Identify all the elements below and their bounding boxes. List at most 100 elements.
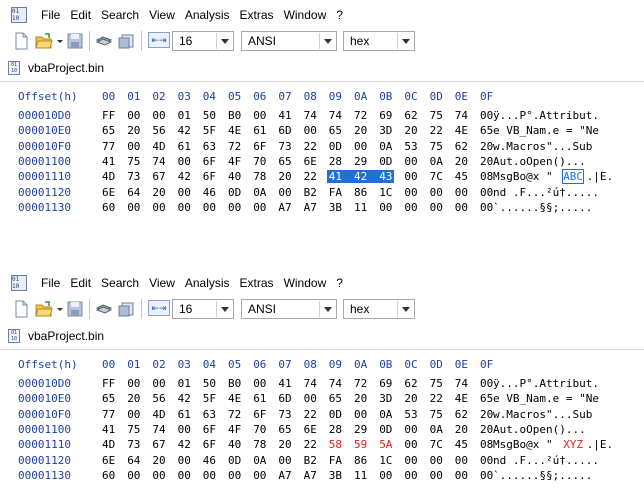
menu-edit[interactable]: Edit — [65, 273, 96, 293]
hex-byte[interactable]: 00 — [379, 469, 392, 482]
hex-byte[interactable]: 20 — [480, 155, 493, 168]
new-file-icon[interactable] — [12, 300, 30, 318]
hex-byte[interactable]: 22 — [304, 170, 317, 183]
hex-byte[interactable]: 3D — [379, 124, 392, 137]
hex-byte[interactable]: 75 — [127, 423, 140, 436]
hex-view[interactable]: Offset(h) 00 01 02 03 04 05 06 07 08 09 0A 0B 0C 0D 0E 0… — [0, 350, 644, 486]
hex-byte[interactable]: 74 — [152, 423, 165, 436]
hex-byte[interactable]: 0D — [379, 155, 392, 168]
hex-byte[interactable]: 00 — [178, 469, 191, 482]
highlighted-byte[interactable]: 41 — [326, 170, 354, 184]
hex-byte[interactable]: 70 — [253, 423, 266, 436]
hex-byte[interactable]: B2 — [304, 454, 317, 467]
hex-byte[interactable]: 69 — [379, 377, 392, 390]
open-dropdown-icon[interactable] — [55, 32, 65, 50]
hex-byte[interactable]: 78 — [253, 170, 266, 183]
hex-byte[interactable]: 41 — [102, 155, 115, 168]
hex-byte[interactable]: 20 — [404, 124, 417, 137]
hex-byte[interactable]: 0D — [329, 140, 342, 153]
hex-byte[interactable]: 20 — [455, 423, 468, 436]
hex-byte[interactable]: 73 — [278, 408, 291, 421]
ascii-text[interactable]: MsgBo@x " — [493, 438, 553, 451]
menu-edit[interactable]: Edit — [65, 5, 96, 25]
hex-byte[interactable]: 22 — [430, 124, 443, 137]
hex-byte[interactable]: 5F — [203, 124, 216, 137]
hex-byte[interactable]: 62 — [455, 140, 468, 153]
hex-byte[interactable]: 60 — [102, 201, 115, 214]
hex-byte[interactable]: 56 — [152, 392, 165, 405]
hex-byte[interactable]: 08 — [480, 170, 493, 183]
hex-byte[interactable]: 4F — [228, 423, 241, 436]
hex-byte[interactable]: 72 — [228, 140, 241, 153]
hex-byte[interactable]: 11 — [354, 201, 367, 214]
hex-byte[interactable]: 28 — [329, 423, 342, 436]
hex-byte[interactable]: 00 — [354, 140, 367, 153]
hex-byte[interactable]: 0A — [430, 423, 443, 436]
hex-byte[interactable]: 65 — [102, 124, 115, 137]
ascii-text[interactable]: ÿ...P°.Attribut. — [493, 109, 599, 122]
hex-byte[interactable]: 60 — [102, 469, 115, 482]
hex-byte[interactable]: 53 — [404, 140, 417, 153]
hex-byte[interactable]: 62 — [455, 408, 468, 421]
hex-byte[interactable]: 20 — [480, 408, 493, 421]
hex-byte[interactable]: 6F — [253, 140, 266, 153]
hex-byte[interactable]: 74 — [152, 155, 165, 168]
hex-byte[interactable]: 4F — [228, 155, 241, 168]
hex-byte[interactable]: 6F — [203, 438, 216, 451]
hex-byte[interactable]: 20 — [127, 392, 140, 405]
copy-icon[interactable] — [117, 32, 135, 50]
save-icon[interactable] — [66, 32, 84, 50]
menu-analysis[interactable]: Analysis — [180, 5, 235, 25]
hex-byte[interactable]: 00 — [480, 201, 493, 214]
hex-byte[interactable]: B2 — [304, 186, 317, 199]
display-mode-select[interactable]: hex — [343, 31, 415, 51]
hex-byte[interactable]: 6E — [102, 454, 115, 467]
hex-byte[interactable]: 00 — [404, 438, 417, 451]
hex-byte[interactable]: 00 — [404, 170, 417, 183]
hex-byte[interactable]: 0A — [379, 408, 392, 421]
hex-byte[interactable]: 75 — [430, 408, 443, 421]
hex-byte[interactable]: 61 — [253, 124, 266, 137]
hex-byte[interactable]: 46 — [203, 454, 216, 467]
menu-window[interactable]: Window — [279, 5, 332, 25]
hex-byte[interactable]: 6D — [278, 124, 291, 137]
hex-byte[interactable]: 78 — [253, 438, 266, 451]
hex-byte[interactable]: 42 — [178, 438, 191, 451]
hex-byte[interactable]: 22 — [304, 408, 317, 421]
hex-byte[interactable]: 00 — [455, 454, 468, 467]
hex-byte[interactable]: 4D — [102, 170, 115, 183]
hex-byte[interactable]: 41 — [278, 109, 291, 122]
hex-byte[interactable]: 00 — [430, 469, 443, 482]
hex-byte[interactable]: 00 — [178, 454, 191, 467]
hex-byte[interactable]: 6F — [203, 423, 216, 436]
hex-byte[interactable]: 4D — [152, 140, 165, 153]
hex-byte[interactable]: 0D — [329, 408, 342, 421]
hex-byte[interactable]: 74 — [455, 377, 468, 390]
hex-byte[interactable]: 6E — [304, 155, 317, 168]
hex-byte[interactable]: 74 — [455, 109, 468, 122]
ascii-text[interactable]: Aut.oOpen()... — [493, 155, 599, 168]
hex-byte[interactable]: 00 — [404, 186, 417, 199]
hex-byte[interactable]: 86 — [354, 454, 367, 467]
hex-byte[interactable]: 00 — [404, 201, 417, 214]
hex-byte[interactable]: 0A — [253, 454, 266, 467]
open-folder-icon[interactable] — [35, 32, 53, 50]
hex-byte[interactable]: 20 — [278, 438, 291, 451]
hex-byte[interactable]: 0D — [228, 454, 241, 467]
highlighted-ascii[interactable]: ABC — [562, 169, 585, 185]
hex-byte[interactable]: 20 — [480, 423, 493, 436]
hex-byte[interactable]: 20 — [127, 124, 140, 137]
hex-byte[interactable]: 0A — [430, 155, 443, 168]
hex-byte[interactable]: 29 — [354, 423, 367, 436]
hex-byte[interactable]: 74 — [304, 377, 317, 390]
hex-byte[interactable]: 00 — [480, 377, 493, 390]
hex-byte[interactable]: 4E — [455, 124, 468, 137]
ascii-text[interactable]: MsgBo@x " — [493, 170, 553, 183]
open-folder-icon[interactable] — [35, 300, 53, 318]
menu-extras[interactable]: Extras — [235, 5, 279, 25]
hex-byte[interactable]: 00 — [178, 186, 191, 199]
hex-byte[interactable]: 63 — [203, 140, 216, 153]
menu-view[interactable]: View — [144, 5, 180, 25]
hex-byte[interactable]: 77 — [102, 408, 115, 421]
hex-byte[interactable]: 22 — [304, 140, 317, 153]
